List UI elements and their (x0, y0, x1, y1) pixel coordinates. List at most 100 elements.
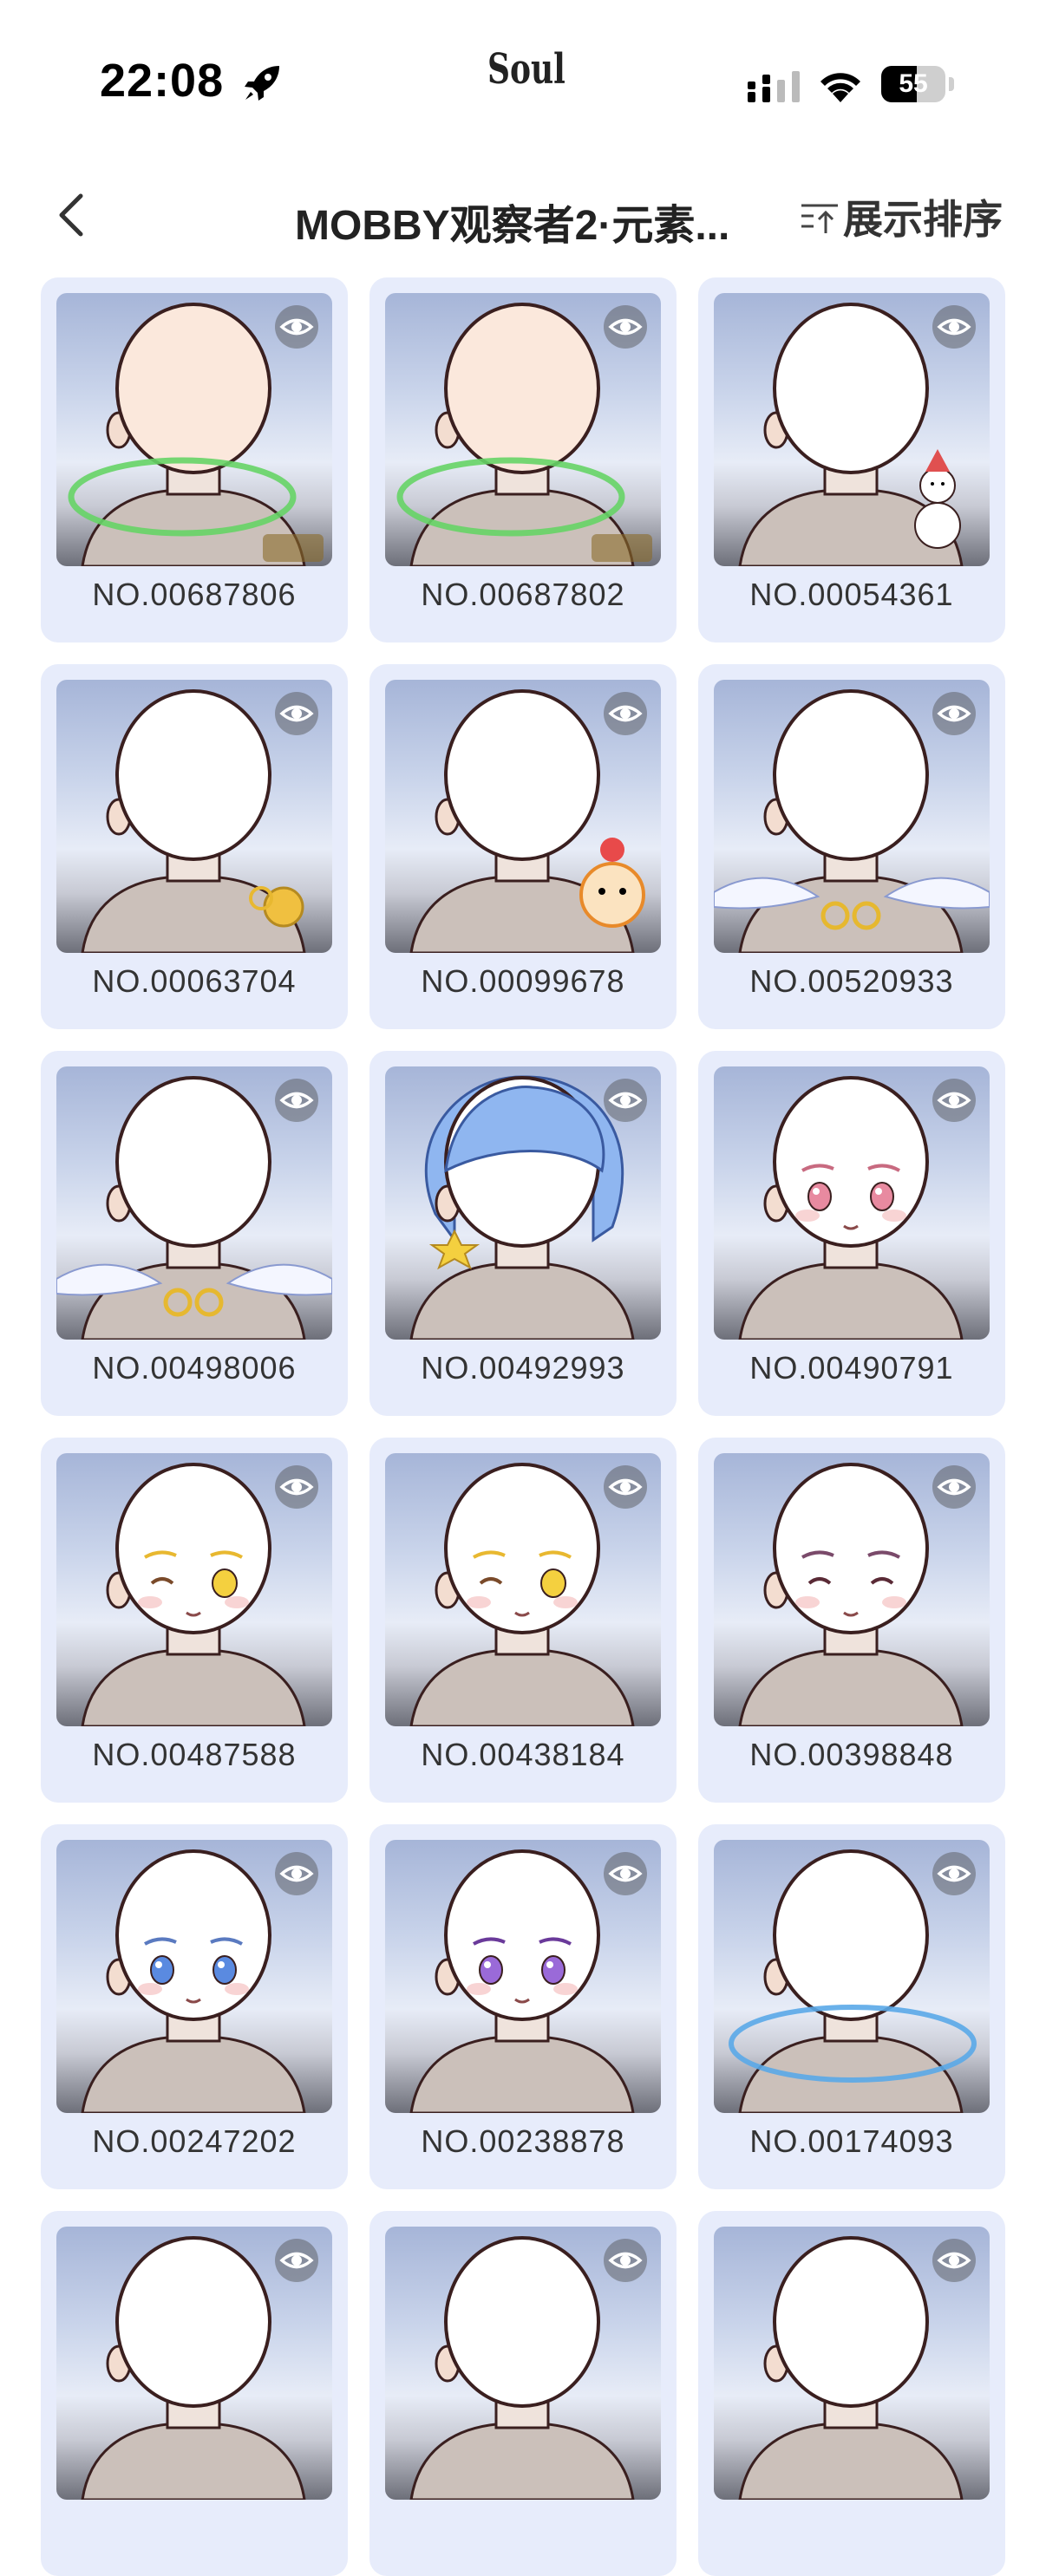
avatar-id-label: NO.00687802 (421, 577, 625, 612)
eye-icon (608, 1865, 643, 1882)
preview-eye-button[interactable] (604, 1852, 647, 1895)
avatar-id-label: NO.00174093 (749, 2123, 954, 2159)
eye-icon (937, 705, 971, 722)
avatar-id-label: NO.00492993 (421, 1350, 625, 1386)
preview-eye-button[interactable] (275, 2239, 318, 2282)
avatar-thumbnail[interactable] (385, 1840, 661, 2113)
avatar-thumbnail[interactable] (56, 1840, 332, 2113)
back-button[interactable] (48, 189, 100, 241)
avatar-id-label: NO.00487588 (92, 1737, 297, 1772)
nav-header: MOBBY观察者2·元素... 展示排序 (0, 165, 1046, 273)
battery-icon: 55 (881, 66, 954, 102)
avatar-card[interactable]: NO.00174093 (698, 1824, 1005, 2189)
eye-icon (279, 705, 314, 722)
avatar-thumbnail[interactable] (385, 2227, 661, 2500)
avatar-card[interactable] (41, 2211, 348, 2576)
eye-icon (279, 1092, 314, 1109)
preview-eye-button[interactable] (932, 1079, 976, 1122)
eye-icon (608, 318, 643, 336)
avatar-thumbnail[interactable] (714, 2227, 990, 2500)
avatar-grid: NO.00687806 NO.00687802 NO.00054361 NO.0006… (41, 277, 1005, 2576)
preview-eye-button[interactable] (932, 2239, 976, 2282)
avatar-id-label: NO.00520933 (749, 963, 954, 999)
preview-eye-button[interactable] (275, 1465, 318, 1509)
eye-icon (937, 1478, 971, 1496)
preview-eye-button[interactable] (604, 1465, 647, 1509)
avatar-id-label: NO.00490791 (749, 1350, 954, 1386)
sort-label: 展示排序 (843, 197, 1003, 242)
avatar-id-label: NO.00238878 (421, 2123, 625, 2159)
preview-eye-button[interactable] (932, 305, 976, 349)
avatar-thumbnail[interactable] (56, 1066, 332, 1340)
avatar-thumbnail[interactable] (714, 1453, 990, 1726)
eye-icon (608, 705, 643, 722)
avatar-id-label: NO.00498006 (92, 1350, 297, 1386)
page-title: MOBBY观察者2·元素... (295, 203, 730, 249)
preview-eye-button[interactable] (275, 692, 318, 735)
avatar-card[interactable]: NO.00492993 (369, 1051, 677, 1416)
eye-icon (937, 1092, 971, 1109)
signal-icon (748, 69, 801, 104)
avatar-card[interactable]: NO.00498006 (41, 1051, 348, 1416)
avatar-id-label: NO.00099678 (421, 963, 625, 999)
avatar-id-label: NO.00687806 (92, 577, 297, 612)
avatar-card[interactable] (698, 2211, 1005, 2576)
avatar-card[interactable]: NO.00438184 (369, 1438, 677, 1803)
avatar-thumbnail[interactable] (56, 680, 332, 953)
avatar-card[interactable]: NO.00099678 (369, 664, 677, 1029)
preview-eye-button[interactable] (604, 2239, 647, 2282)
avatar-thumbnail[interactable] (385, 680, 661, 953)
sort-button[interactable]: 展示排序 (800, 191, 1003, 243)
avatar-card[interactable]: NO.00247202 (41, 1824, 348, 2189)
chevron-left-icon (59, 193, 83, 237)
wifi-icon (815, 66, 866, 104)
preview-eye-button[interactable] (275, 1079, 318, 1122)
eye-icon (279, 318, 314, 336)
eye-icon (279, 1865, 314, 1882)
preview-eye-button[interactable] (275, 1852, 318, 1895)
avatar-id-label: NO.00054361 (749, 577, 954, 612)
avatar-card[interactable]: NO.00054361 (698, 277, 1005, 642)
avatar-id-label: NO.00247202 (92, 2123, 297, 2159)
eye-icon (937, 2252, 971, 2269)
avatar-thumbnail[interactable] (385, 1453, 661, 1726)
eye-icon (608, 2252, 643, 2269)
avatar-id-label: NO.00398848 (749, 1737, 954, 1772)
preview-eye-button[interactable] (932, 1465, 976, 1509)
avatar-thumbnail[interactable] (714, 1066, 990, 1340)
status-time: 22:08 (100, 55, 225, 107)
avatar-card[interactable]: NO.00487588 (41, 1438, 348, 1803)
avatar-card[interactable]: NO.00520933 (698, 664, 1005, 1029)
avatar-thumbnail[interactable] (56, 2227, 332, 2500)
avatar-thumbnail[interactable] (714, 680, 990, 953)
preview-eye-button[interactable] (604, 1079, 647, 1122)
avatar-thumbnail[interactable] (385, 293, 661, 566)
avatar-card[interactable]: NO.00687806 (41, 277, 348, 642)
eye-icon (608, 1478, 643, 1496)
soul-logo: Soul (487, 45, 565, 94)
status-bar: 22:08 Soul 55 (0, 0, 1046, 165)
eye-icon (608, 1092, 643, 1109)
avatar-card[interactable]: NO.00687802 (369, 277, 677, 642)
eye-icon (279, 2252, 314, 2269)
avatar-id-label: NO.00063704 (92, 963, 297, 999)
avatar-thumbnail[interactable] (714, 293, 990, 566)
eye-icon (937, 318, 971, 336)
avatar-card[interactable]: NO.00398848 (698, 1438, 1005, 1803)
preview-eye-button[interactable] (932, 1852, 976, 1895)
rocket-icon (241, 61, 284, 104)
avatar-card[interactable]: NO.00063704 (41, 664, 348, 1029)
avatar-thumbnail[interactable] (385, 1066, 661, 1340)
preview-eye-button[interactable] (932, 692, 976, 735)
avatar-thumbnail[interactable] (56, 1453, 332, 1726)
sort-icon (801, 204, 838, 233)
avatar-thumbnail[interactable] (56, 293, 332, 566)
avatar-card[interactable] (369, 2211, 677, 2576)
avatar-card[interactable]: NO.00238878 (369, 1824, 677, 2189)
preview-eye-button[interactable] (604, 305, 647, 349)
avatar-card[interactable]: NO.00490791 (698, 1051, 1005, 1416)
eye-icon (937, 1865, 971, 1882)
preview-eye-button[interactable] (275, 305, 318, 349)
avatar-thumbnail[interactable] (714, 1840, 990, 2113)
preview-eye-button[interactable] (604, 692, 647, 735)
